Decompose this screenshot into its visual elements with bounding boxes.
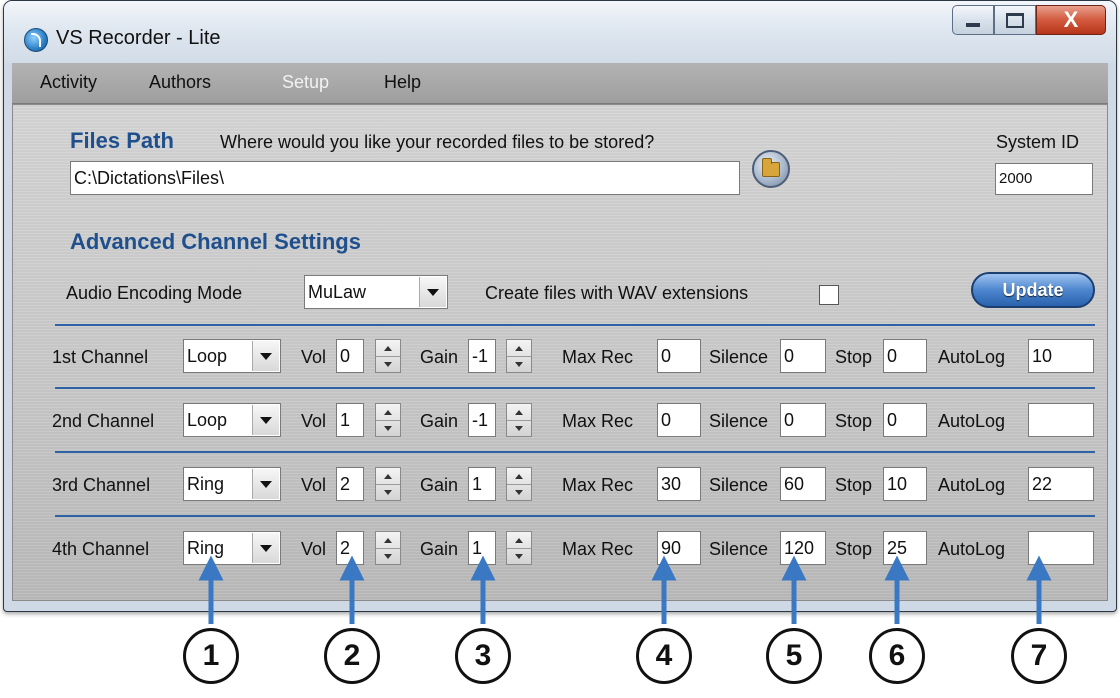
callout-number: 2 <box>324 628 380 684</box>
callout-number: 6 <box>869 628 925 684</box>
callout-number: 1 <box>183 628 239 684</box>
callout-number: 5 <box>766 628 822 684</box>
callout-number: 4 <box>636 628 692 684</box>
callout-number: 7 <box>1011 628 1067 684</box>
callout-number: 3 <box>455 628 511 684</box>
callout-arrows <box>198 555 1052 624</box>
